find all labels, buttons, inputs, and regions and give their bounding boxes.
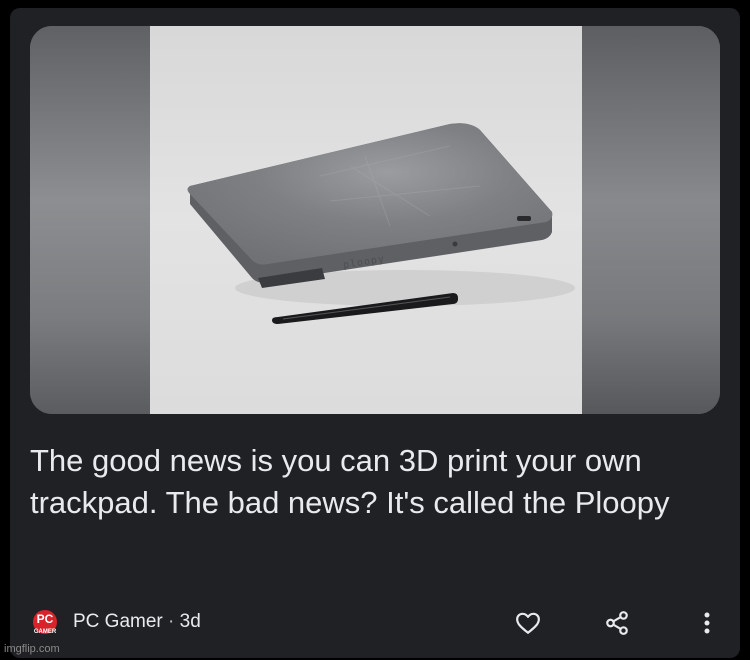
article-headline[interactable]: The good news is you can 3D print your o… [30, 440, 720, 524]
watermark: imgflip.com [4, 643, 60, 655]
card-footer: PC GAMER PC Gamer · 3d [30, 604, 720, 640]
image-blur-right [582, 26, 720, 414]
publisher-logo-subtext: GAMER [33, 629, 57, 635]
article-image[interactable]: ploopy [30, 26, 720, 414]
publisher-line: PC Gamer · 3d [73, 611, 201, 633]
publisher-logo: PC GAMER [32, 610, 58, 636]
heart-icon[interactable] [513, 608, 543, 638]
more-vert-icon[interactable] [692, 608, 722, 638]
share-icon[interactable] [602, 608, 632, 638]
separator: · [168, 611, 175, 632]
article-age: 3d [179, 611, 201, 632]
publisher-logo-text: PC [36, 612, 54, 626]
publisher-name[interactable]: PC Gamer [73, 611, 163, 632]
trackpad-photo: ploopy [150, 26, 582, 414]
image-blur-left [30, 26, 150, 414]
